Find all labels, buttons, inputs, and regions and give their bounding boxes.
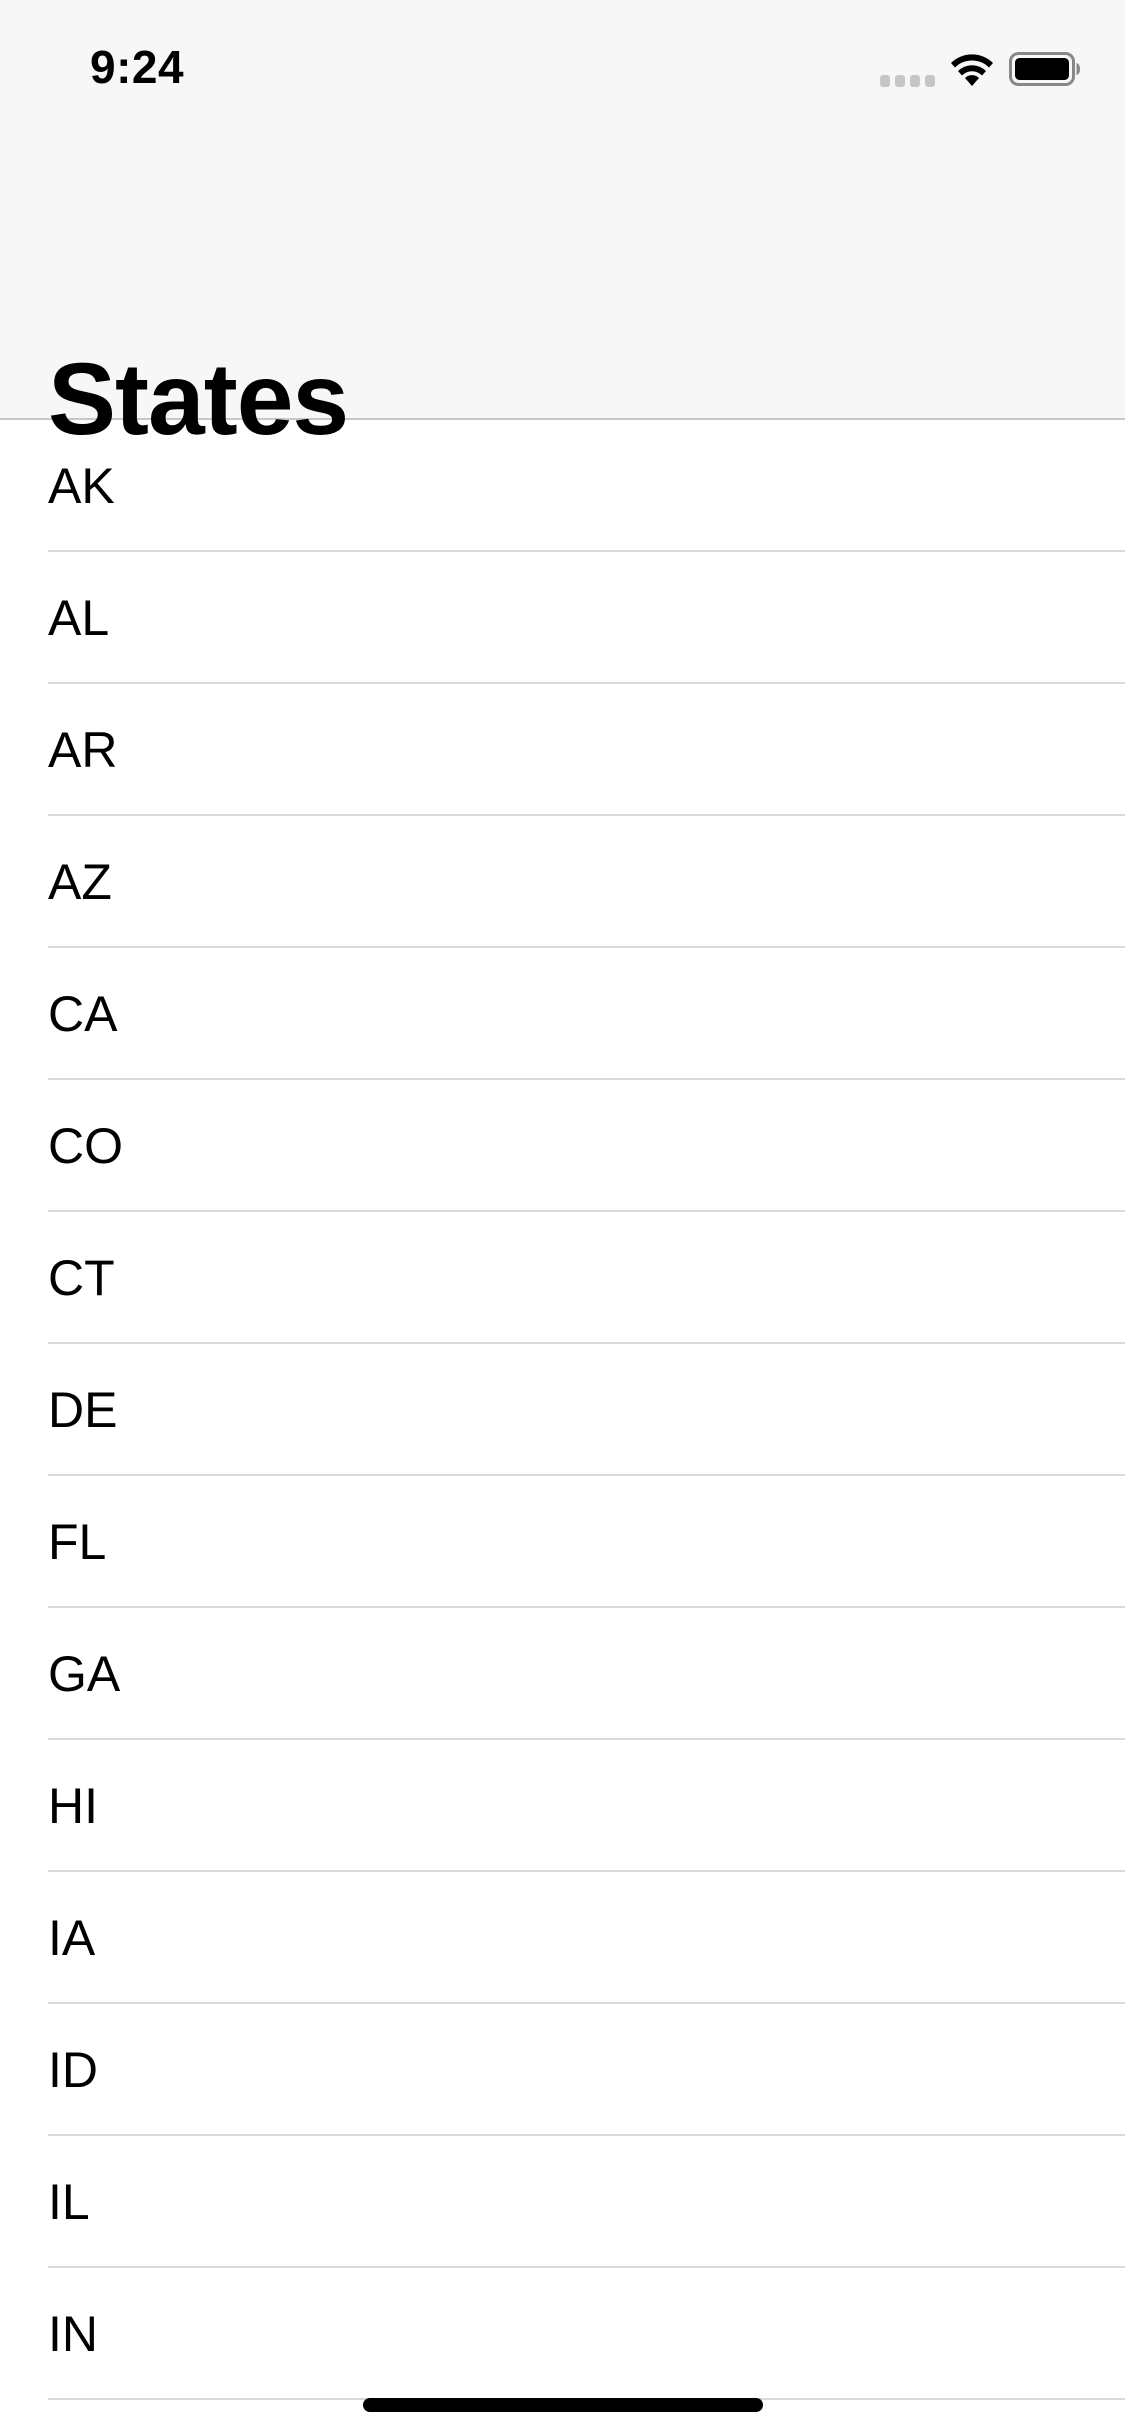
status-time: 9:24 (90, 41, 185, 93)
list-item[interactable]: AL (0, 552, 1125, 684)
list-item[interactable]: AK (0, 420, 1125, 552)
list-item[interactable]: CT (0, 1212, 1125, 1344)
list-item-label: IA (48, 1910, 96, 1966)
navigation-bar: 9:24 States (0, 0, 1125, 450)
list-item-label: AZ (48, 854, 112, 910)
list-item-label: GA (48, 1646, 121, 1702)
list-item-label: CT (48, 1250, 115, 1306)
states-list: AK AL AR AZ CA CO CT DE FL GA HI IA ID I… (0, 420, 1125, 2400)
list-item[interactable]: FL (0, 1476, 1125, 1608)
list-item-label: CO (48, 1118, 123, 1174)
wifi-icon (951, 54, 993, 86)
list-item-label: AL (48, 590, 110, 646)
list-item-label: ID (48, 2042, 98, 2098)
list-item[interactable]: GA (0, 1608, 1125, 1740)
list-item[interactable]: IN (0, 2268, 1125, 2400)
list-item[interactable]: AR (0, 684, 1125, 816)
cellular-signal-icon (880, 75, 936, 87)
list-item-label: DE (48, 1382, 118, 1438)
list-item[interactable]: IL (0, 2136, 1125, 2268)
list-item-label: IN (48, 2306, 98, 2362)
home-indicator[interactable] (363, 2398, 763, 2412)
list-item[interactable]: IA (0, 1872, 1125, 2004)
list-item[interactable]: AZ (0, 816, 1125, 948)
list-item[interactable]: CO (0, 1080, 1125, 1212)
list-item[interactable]: CA (0, 948, 1125, 1080)
list-item-label: AK (48, 458, 115, 514)
list-item-label: IL (48, 2174, 90, 2230)
list-item[interactable]: HI (0, 1740, 1125, 1872)
status-bar: 9:24 (0, 0, 1125, 135)
list-item-label: CA (48, 986, 118, 1042)
list-item-label: HI (48, 1778, 98, 1834)
list-item[interactable]: ID (0, 2004, 1125, 2136)
battery-icon (1009, 52, 1080, 86)
list-item[interactable]: DE (0, 1344, 1125, 1476)
list-item-label: FL (48, 1514, 107, 1570)
list-item-label: AR (48, 722, 118, 778)
